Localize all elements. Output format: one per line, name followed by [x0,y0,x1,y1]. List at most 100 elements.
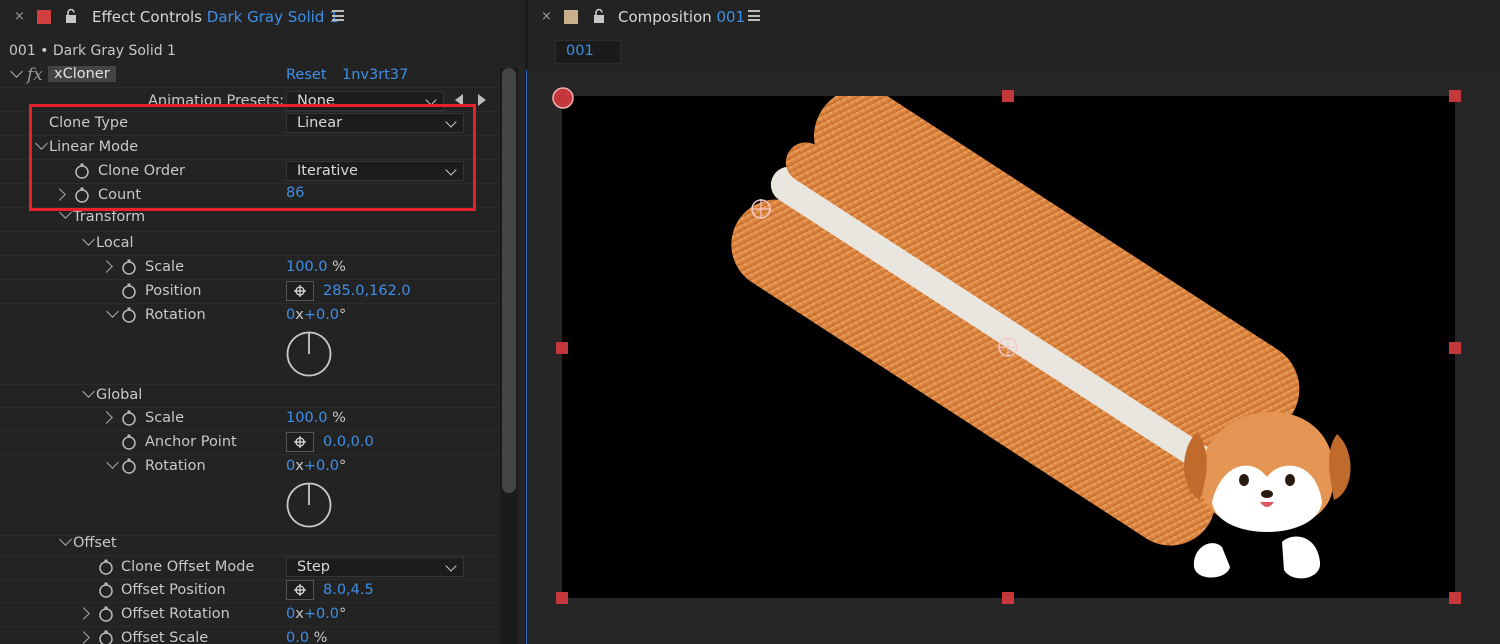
effect-name[interactable]: xCloner [48,66,116,82]
rotation-degrees-value[interactable]: +0.0 [304,458,339,474]
anchor-point-label: Anchor Point [145,434,237,450]
stopwatch-icon[interactable] [121,458,137,474]
anchor-point-value[interactable]: 0.0,0.0 [323,434,374,450]
offset-scale-value[interactable]: 0.0 [286,630,309,644]
composition-canvas[interactable] [562,96,1455,598]
fx-icon[interactable]: fx [27,65,43,85]
lock-icon[interactable] [64,8,78,24]
clone-offset-mode-label: Clone Offset Mode [121,559,255,575]
local-scale-value[interactable]: 100.0 [286,259,328,275]
next-preset-icon[interactable] [477,94,487,106]
global-row: Global [0,384,497,408]
local-scale-label: Scale [145,259,185,275]
global-rotation-row: Rotation 0x+0.0° [0,455,497,536]
effect-controls-tab: × Effect Controls Dark Gray Solid 1 [0,0,524,36]
rotation-degrees-value[interactable]: +0.0 [304,606,339,622]
expand-offset-scale-icon[interactable] [77,631,90,644]
composition-viewer[interactable] [528,72,1500,644]
version-link[interactable]: 1nv3rt37 [342,67,408,83]
point-target-button[interactable] [286,580,314,600]
label-color-swatch[interactable] [37,10,51,24]
layer-link[interactable]: Dark Gray Solid 1 [207,8,339,26]
stopwatch-icon[interactable] [98,559,114,575]
expand-offset-rotation-icon[interactable] [77,607,90,620]
stopwatch-icon[interactable] [121,434,137,450]
cloned-dog-artwork[interactable] [562,96,1455,598]
lock-icon[interactable] [592,8,606,24]
transform-handle[interactable] [1002,90,1014,102]
panel-title: Composition 001 [618,8,746,26]
offset-position-value[interactable]: 8.0,4.5 [323,582,374,598]
stopwatch-icon[interactable] [121,259,137,275]
offset-position-label: Offset Position [121,582,226,598]
global-scale-row: Scale 100.0 % [0,407,497,431]
point-target-button[interactable] [286,281,314,301]
clone-offset-mode-dropdown[interactable]: Step [286,557,464,577]
local-scale-row: Scale 100.0 % [0,256,497,280]
close-tab-button[interactable]: × [541,9,552,24]
local-position-row: Position 285.0,162.0 [0,280,497,304]
expand-scale-icon[interactable] [100,411,113,424]
rotation-dial[interactable] [286,331,332,377]
stopwatch-icon[interactable] [98,630,114,644]
offset-row: Offset [0,532,497,556]
collapse-offset-icon[interactable] [59,533,72,546]
global-scale-label: Scale [145,410,185,426]
composition-panel: × Composition 001 001 [528,0,1500,644]
scrollbar-thumb[interactable] [502,68,516,493]
stopwatch-icon[interactable] [121,307,137,323]
rotation-dial[interactable] [286,482,332,528]
composition-breadcrumb[interactable]: 001 [555,40,621,64]
anchor-point-row: Anchor Point 0.0,0.0 [0,431,497,455]
layer-name: 001 • Dark Gray Solid 1 [9,43,176,59]
local-rotation-label: Rotation [145,307,206,323]
transform-label: Transform [73,209,146,225]
offset-position-row: Offset Position 8.0,4.5 [0,579,497,603]
rotation-turns-value[interactable]: 0 [286,458,295,474]
collapse-rotation-icon[interactable] [106,305,119,318]
offset-scale-row: Offset Scale 0.0 % [0,627,497,644]
reset-link[interactable]: Reset [286,67,327,83]
collapse-local-icon[interactable] [82,233,95,246]
stopwatch-icon[interactable] [121,410,137,426]
local-position-label: Position [145,283,202,299]
transform-row: Transform [0,206,497,232]
local-rotation-row: Rotation 0x+0.0° [0,304,497,385]
crosshair-icon [294,285,306,297]
layer-origin-icon[interactable] [550,86,576,110]
offset-rotation-row: Offset Rotation 0x+0.0° [0,603,497,627]
global-scale-value[interactable]: 100.0 [286,410,328,426]
transform-handle[interactable] [1449,342,1461,354]
effect-header-row: fx xCloner Reset 1nv3rt37 [0,64,497,88]
stopwatch-icon[interactable] [121,283,137,299]
global-rotation-label: Rotation [145,458,206,474]
local-row: Local [0,232,497,256]
close-tab-button[interactable]: × [14,9,25,24]
transform-handle[interactable] [556,342,568,354]
rotation-turns-value[interactable]: 0 [286,606,295,622]
collapse-global-icon[interactable] [82,385,95,398]
transform-handle[interactable] [1002,592,1014,604]
collapse-effect-icon[interactable] [10,65,23,78]
transform-handle[interactable] [556,592,568,604]
crosshair-icon [294,584,306,596]
stopwatch-icon[interactable] [98,582,114,598]
offset-label: Offset [73,535,117,551]
point-target-button[interactable] [286,432,314,452]
local-position-value[interactable]: 285.0,162.0 [323,283,411,299]
rotation-degrees-value[interactable]: +0.0 [304,307,339,323]
rotation-turns-value[interactable]: 0 [286,307,295,323]
offset-scale-label: Offset Scale [121,630,209,644]
label-color-swatch[interactable] [564,10,578,24]
expand-scale-icon[interactable] [100,260,113,273]
stopwatch-icon[interactable] [98,606,114,622]
comp-link[interactable]: 001 [716,8,745,26]
global-label: Global [96,387,143,403]
panel-title: Effect Controls Dark Gray Solid 1 [92,8,339,26]
transform-handle[interactable] [1449,592,1461,604]
vertical-scrollbar[interactable] [500,68,518,644]
panel-menu-icon[interactable] [332,10,344,21]
collapse-rotation-icon[interactable] [106,456,119,469]
transform-handle[interactable] [1449,90,1461,102]
panel-menu-icon[interactable] [748,10,760,21]
